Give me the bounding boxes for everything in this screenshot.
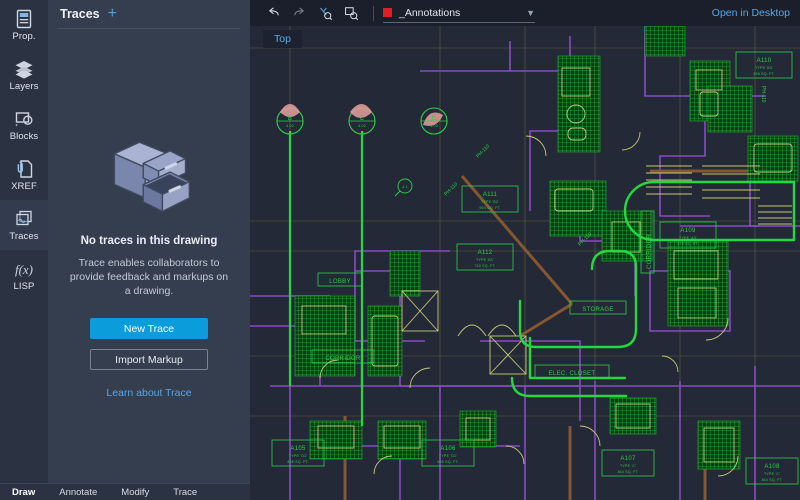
svg-text:TYPE 'D1': TYPE 'D1' (439, 454, 457, 458)
learn-about-trace-link[interactable]: Learn about Trace (106, 387, 191, 399)
sidebar-item-label: Prop. (12, 31, 36, 42)
autocad-web-app: Prop. Layers Blocks XREF Traces f(x) LIS… (0, 0, 800, 500)
svg-text:364 SQ. FT.: 364 SQ. FT. (761, 478, 782, 482)
import-markup-button[interactable]: Import Markup (90, 349, 208, 370)
svg-text:4.02: 4.02 (358, 124, 366, 128)
svg-text:675 SQ. FT.: 675 SQ. FT. (677, 242, 698, 246)
svg-text:f(x): f(x) (15, 262, 33, 277)
chevron-down-icon: ▼ (526, 7, 535, 18)
svg-text:TYPE 'B1': TYPE 'B1' (476, 258, 494, 262)
sidebar-item-label: Blocks (9, 131, 39, 142)
new-trace-button[interactable]: New Trace (90, 318, 208, 339)
svg-text:CORRIDOR: CORRIDOR (647, 234, 653, 269)
traces-panel-header: Traces + (48, 0, 250, 28)
drawing-area: _Annotations ▼ Open in Desktop B 4.02 C … (250, 0, 800, 500)
svg-text:954 SQ. FT.: 954 SQ. FT. (479, 206, 500, 210)
sidebar-item-blocks[interactable]: Blocks (0, 100, 48, 150)
top-toolbar: _Annotations ▼ Open in Desktop (250, 0, 800, 26)
svg-text:855 SQ. FT.: 855 SQ. FT. (437, 460, 458, 464)
svg-text:LOBBY: LOBBY (329, 279, 351, 285)
svg-text:A109: A109 (680, 228, 696, 234)
svg-text:B: B (288, 116, 292, 122)
tab-trace[interactable]: Trace (167, 487, 203, 498)
svg-text:4.1: 4.1 (402, 185, 408, 189)
svg-text:A106: A106 (440, 446, 456, 452)
undo-arrow-icon[interactable] (260, 3, 286, 23)
svg-text:A105: A105 (290, 446, 306, 452)
dimension-note: PH-110 (760, 86, 766, 103)
tab-draw[interactable]: Draw (6, 487, 41, 498)
svg-text:4.03: 4.03 (430, 124, 438, 128)
layers-icon (13, 58, 35, 80)
svg-text:TYPE 'A3': TYPE 'A3' (679, 236, 697, 240)
redo-arrow-icon[interactable] (286, 3, 312, 23)
svg-text:364 SQ. FT.: 364 SQ. FT. (617, 470, 638, 474)
bottom-command-tabs: Draw Annotate Modify Trace (0, 483, 250, 500)
svg-text:TYPE 'D1': TYPE 'D1' (289, 454, 307, 458)
empty-state-description: Trace enables collaborators to provide f… (69, 257, 229, 297)
cad-canvas[interactable]: B 4.02 C 4.02 D 4.03 4.1 PH-110 PH-110 P… (250, 26, 800, 500)
svg-text:898 SQ. FT.: 898 SQ. FT. (753, 72, 774, 76)
zoom-selection-icon[interactable] (312, 3, 338, 23)
svg-text:TYPE 'C': TYPE 'C' (764, 472, 780, 476)
left-icon-rail: Prop. Layers Blocks XREF Traces f(x) LIS… (0, 0, 48, 500)
svg-text:A107: A107 (620, 456, 636, 462)
viewport-orientation-label[interactable]: Top (263, 30, 302, 48)
sidebar-item-lisp[interactable]: f(x) LISP (0, 250, 48, 300)
sidebar-item-traces[interactable]: Traces (0, 200, 48, 250)
svg-text:C: C (360, 116, 365, 122)
svg-text:A111: A111 (483, 192, 498, 198)
layer-name-label: _Annotations (399, 6, 461, 19)
svg-text:TYPE 'C': TYPE 'C' (620, 464, 636, 468)
svg-text:740 SQ. FT.: 740 SQ. FT. (474, 264, 495, 268)
svg-text:A108: A108 (764, 464, 780, 470)
svg-text:856 SQ. FT.: 856 SQ. FT. (287, 460, 308, 464)
sidebar-item-label: Layers (9, 81, 39, 92)
svg-text:STORAGE: STORAGE (582, 307, 613, 313)
svg-text:A112: A112 (478, 250, 493, 256)
tab-annotate[interactable]: Annotate (53, 487, 103, 498)
tab-modify[interactable]: Modify (115, 487, 155, 498)
file-cabinet-illustration (101, 125, 197, 221)
sidebar-item-label: XREF (11, 181, 37, 192)
sidebar-item-label: Traces (9, 231, 39, 242)
zoom-window-icon[interactable] (338, 3, 364, 23)
open-in-desktop-link[interactable]: Open in Desktop (712, 7, 790, 19)
svg-text:TYPE 'B2': TYPE 'B2' (481, 200, 499, 204)
svg-text:4.02: 4.02 (286, 124, 294, 128)
xref-icon (13, 158, 35, 180)
layer-color-swatch (383, 8, 392, 17)
empty-state-title: No traces in this drawing (80, 235, 218, 247)
properties-icon (13, 8, 35, 30)
svg-text:A110: A110 (757, 58, 772, 64)
svg-text:CORRIDOR: CORRIDOR (325, 356, 360, 362)
sidebar-item-prop[interactable]: Prop. (0, 0, 48, 50)
floor-plan-drawing[interactable]: B 4.02 C 4.02 D 4.03 4.1 PH-110 PH-110 P… (250, 26, 800, 500)
blocks-icon (13, 108, 35, 130)
layer-select[interactable]: _Annotations ▼ (383, 4, 535, 23)
traces-panel: Traces + No traces in this drawing Trace… (48, 0, 250, 500)
traces-empty-state: No traces in this drawing Trace enables … (48, 29, 250, 500)
svg-text:ELEC. CLOSET: ELEC. CLOSET (549, 371, 596, 377)
sidebar-item-xref[interactable]: XREF (0, 150, 48, 200)
toolbar-divider (373, 5, 374, 21)
svg-text:TYPE 'B3': TYPE 'B3' (755, 66, 773, 70)
sidebar-item-layers[interactable]: Layers (0, 50, 48, 100)
add-trace-icon[interactable]: + (108, 5, 117, 21)
sidebar-item-label: LISP (13, 281, 35, 292)
svg-text:D: D (432, 116, 437, 122)
traces-icon (13, 208, 35, 230)
panel-title: Traces (60, 6, 100, 21)
lisp-icon: f(x) (13, 258, 35, 280)
